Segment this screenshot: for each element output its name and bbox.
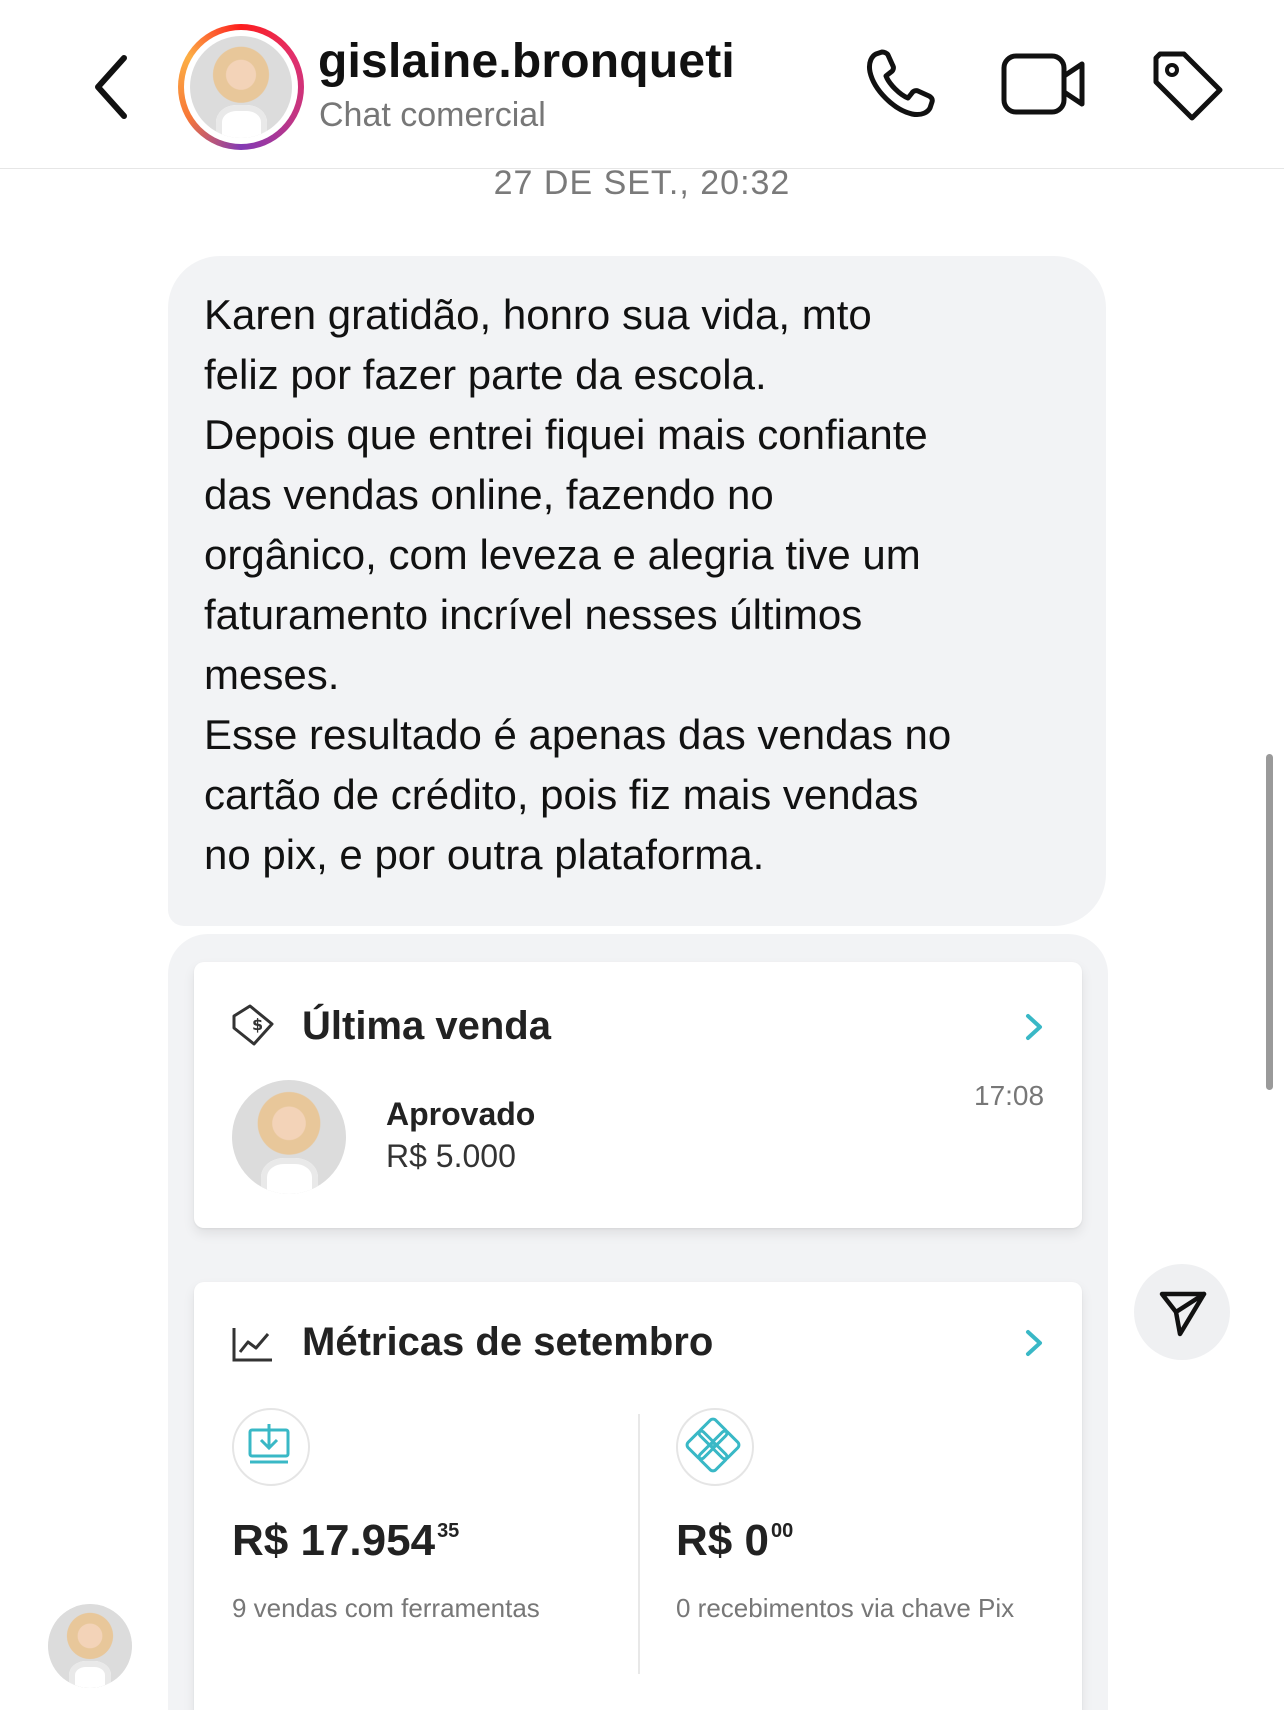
pix-icon bbox=[676, 1408, 754, 1486]
video-call-icon[interactable] bbox=[1000, 48, 1088, 120]
share-button[interactable] bbox=[1134, 1264, 1230, 1360]
avatar-photo bbox=[48, 1604, 132, 1688]
last-sale-title: Última venda bbox=[302, 1004, 551, 1048]
metrics-title: Métricas de setembro bbox=[302, 1320, 714, 1364]
chat-username[interactable]: gislaine.bronqueti bbox=[318, 34, 735, 89]
sender-avatar[interactable] bbox=[48, 1604, 132, 1688]
avatar-photo bbox=[190, 36, 292, 138]
last-sale-card: $ Última venda Aprovado R$ 5.000 17:08 bbox=[194, 962, 1082, 1228]
money-tag-icon: $ bbox=[230, 1002, 276, 1053]
back-icon[interactable] bbox=[88, 52, 138, 122]
download-icon bbox=[232, 1408, 310, 1486]
message-text: Karen gratidão, honro sua vida, mto feli… bbox=[204, 291, 952, 878]
line-chart-icon bbox=[230, 1324, 276, 1369]
chevron-right-icon bbox=[1022, 1328, 1046, 1358]
chat-header: gislaine.bronqueti Chat comercial bbox=[0, 0, 1284, 169]
message-timestamp: 27 DE SET., 20:32 bbox=[493, 164, 791, 202]
send-icon bbox=[1159, 1291, 1207, 1337]
chevron-right-icon bbox=[1022, 1012, 1046, 1042]
scrollbar[interactable] bbox=[1266, 754, 1273, 1090]
pix-total: R$ 0 00 bbox=[676, 1516, 794, 1565]
customer-avatar bbox=[232, 1080, 346, 1194]
sale-status: Aprovado bbox=[386, 1096, 536, 1132]
image-message[interactable]: $ Última venda Aprovado R$ 5.000 17:08 M… bbox=[168, 934, 1108, 1710]
profile-avatar[interactable] bbox=[178, 24, 304, 150]
sale-time: 17:08 bbox=[974, 1080, 1045, 1111]
sales-total: R$ 17.954 35 bbox=[232, 1516, 460, 1565]
svg-text:$: $ bbox=[252, 1015, 263, 1034]
pix-total-caption: 0 recebimentos via chave Pix bbox=[676, 1593, 1015, 1623]
phone-icon[interactable] bbox=[862, 46, 938, 122]
tag-icon[interactable] bbox=[1148, 46, 1228, 126]
sales-total-caption: 9 vendas com ferramentas bbox=[232, 1593, 540, 1623]
metrics-divider bbox=[638, 1414, 640, 1674]
monthly-metrics-card: Métricas de setembro R$ 17.954 35 9 venda… bbox=[194, 1282, 1082, 1710]
chat-subtitle: Chat comercial bbox=[319, 96, 546, 134]
sale-amount: R$ 5.000 bbox=[386, 1138, 516, 1174]
